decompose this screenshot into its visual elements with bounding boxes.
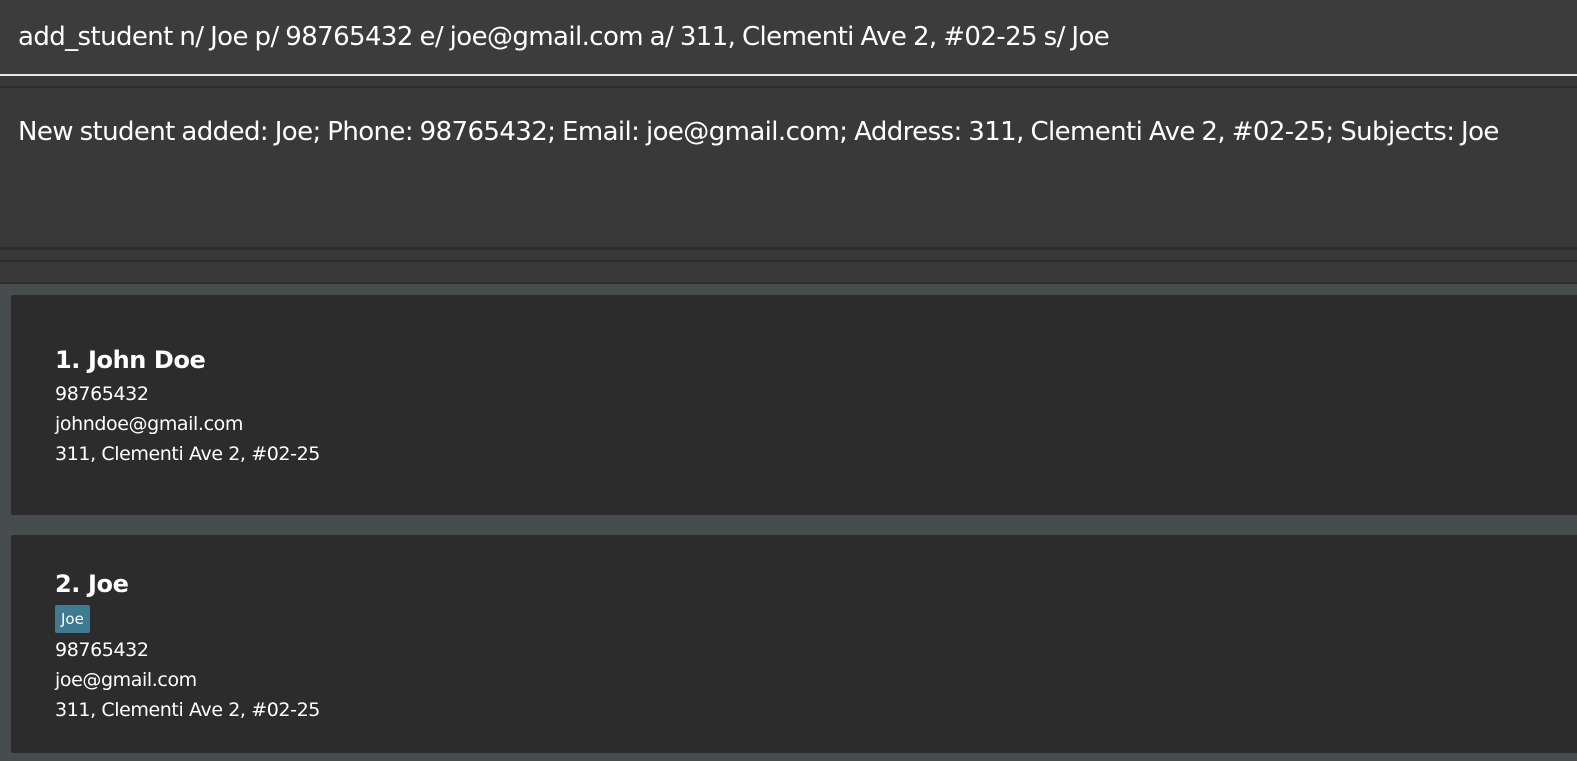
subject-tags: Joe [55,603,320,635]
student-card-content: 1. John Doe 98765432 johndoe@gmail.com 3… [55,345,320,469]
app-window: New student added: Joe; Phone: 98765432;… [0,0,1577,761]
command-input[interactable] [0,0,1577,74]
student-name: 1. John Doe [55,346,206,374]
student-address: 311, Clementi Ave 2, #02-25 [55,443,320,465]
student-email: joe@gmail.com [55,669,197,691]
student-list-panel[interactable]: 1. John Doe 98765432 johndoe@gmail.com 3… [0,282,1577,761]
subject-tag: Joe [55,605,90,633]
student-email: johndoe@gmail.com [55,413,243,435]
student-card[interactable]: 1. John Doe 98765432 johndoe@gmail.com 3… [10,294,1577,516]
result-display: New student added: Joe; Phone: 98765432;… [0,100,1577,250]
student-phone: 98765432 [55,383,149,405]
command-box [0,0,1577,76]
result-section: New student added: Joe; Phone: 98765432;… [0,86,1577,262]
student-card-content: 2. Joe Joe 98765432 joe@gmail.com 311, C… [55,569,320,725]
student-card[interactable]: 2. Joe Joe 98765432 joe@gmail.com 311, C… [10,534,1577,754]
student-address: 311, Clementi Ave 2, #02-25 [55,699,320,721]
student-phone: 98765432 [55,639,149,661]
student-name: 2. Joe [55,570,129,598]
